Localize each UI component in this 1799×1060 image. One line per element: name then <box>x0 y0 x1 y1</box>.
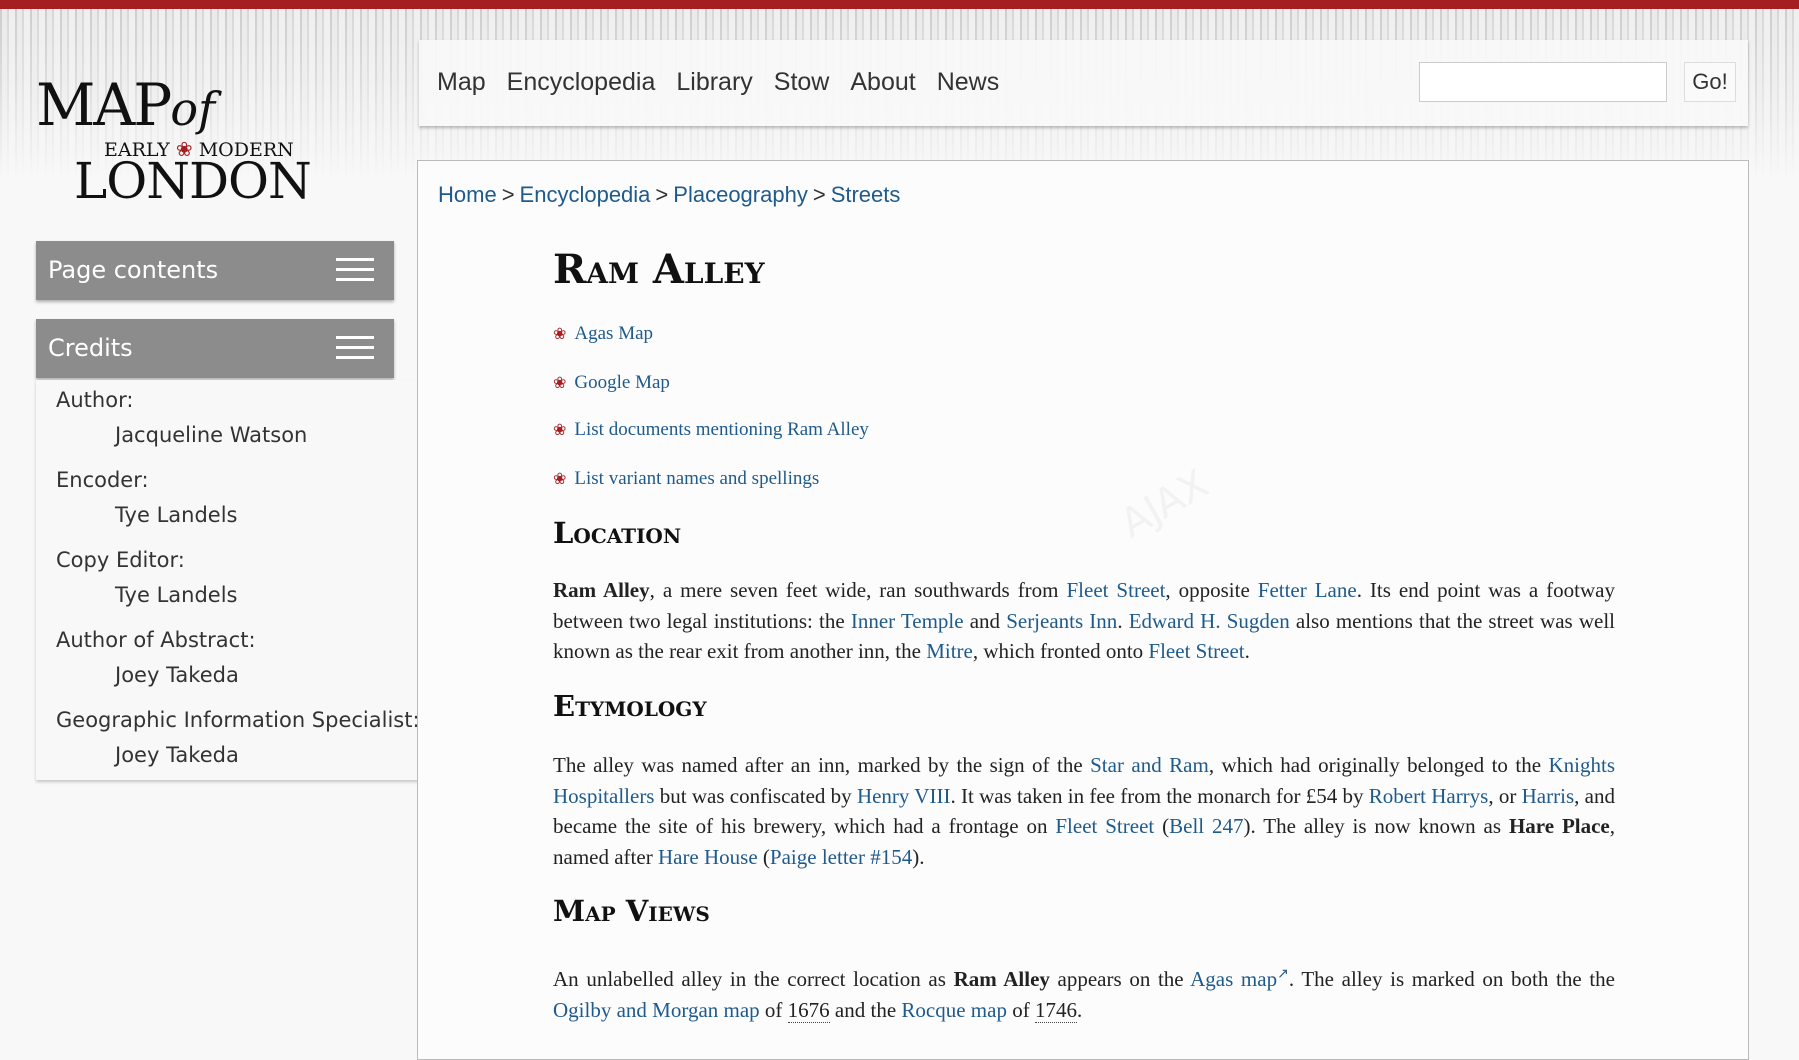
nav-item-news[interactable]: News <box>937 68 1000 97</box>
external-link-icon: ↗ <box>1277 967 1289 982</box>
quick-link-list-documents[interactable]: ❀ List documents mentioning Ram Alley <box>553 419 869 441</box>
logo-line-london: LONDON <box>74 152 312 210</box>
watermark: AJAX <box>1113 461 1217 547</box>
text-run: and <box>963 608 1007 633</box>
text-run: of <box>759 997 788 1022</box>
inline-link[interactable]: Edward H. Sugden <box>1129 609 1290 633</box>
credit-name: Joey Takeda <box>115 743 239 767</box>
inline-link[interactable]: Harris <box>1522 784 1574 808</box>
text-run: but was confiscated by <box>654 783 857 808</box>
section-heading-map-views: Map Views <box>553 894 710 928</box>
inline-link[interactable]: Mitre <box>926 639 973 663</box>
breadcrumb: Home > Encyclopedia > Placeography > Streets <box>438 182 901 207</box>
text-run: An unlabelled alley in the correct locat… <box>553 967 954 991</box>
section-heading-etymology: Etymology <box>553 689 707 723</box>
inline-link[interactable]: Inner Temple <box>851 609 964 633</box>
nav-item-library[interactable]: Library <box>676 68 752 97</box>
section-map-views-text: An unlabelled alley in the correct locat… <box>553 960 1615 1025</box>
credit-name: Joey Takeda <box>115 663 239 687</box>
credit-role: Author: <box>56 388 134 412</box>
page-contents-label: Page contents <box>48 256 219 284</box>
inline-link[interactable]: Fleet Street <box>1055 814 1154 838</box>
text-run: ( <box>1154 814 1170 838</box>
credit-name: Jacqueline Watson <box>115 423 308 447</box>
inline-link[interactable]: Rocque map <box>901 998 1007 1022</box>
text-run: and the <box>829 997 902 1022</box>
quick-link-agas-map[interactable]: ❀ Agas Map <box>553 323 653 345</box>
text-run: , or <box>1488 783 1522 808</box>
inline-link[interactable]: Fetter Lane <box>1258 578 1357 602</box>
inline-link[interactable]: Serjeants Inn <box>1006 609 1117 633</box>
menu-icon <box>336 336 374 360</box>
text-run: . <box>1117 608 1129 633</box>
text-run: , a mere seven feet wide, ran southwards… <box>649 578 1067 602</box>
go-button[interactable]: Go! <box>1684 62 1736 102</box>
text-run: The alley was named after an inn, marked… <box>553 753 1091 777</box>
text-run: ( <box>757 844 770 869</box>
section-etymology-text: The alley was named after an inn, marked… <box>553 750 1615 872</box>
inline-link[interactable]: Paige letter #154 <box>770 845 912 869</box>
inline-link[interactable]: Agas map <box>1190 967 1277 991</box>
breadcrumb-encyclopedia[interactable]: Encyclopedia <box>520 182 651 207</box>
text-run: appears on the <box>1049 967 1191 991</box>
credits-label: Credits <box>48 334 133 362</box>
rose-icon: ❀ <box>553 326 567 343</box>
text-run: , opposite <box>1165 578 1258 602</box>
text-run: of <box>1006 997 1035 1022</box>
nav-item-about[interactable]: About <box>850 68 915 97</box>
text-run: . It was taken in fee from the monarch f… <box>950 783 1369 808</box>
bold-text: Hare Place <box>1508 814 1610 838</box>
page-title: Ram Alley <box>553 246 765 293</box>
text-run: . <box>1244 639 1250 663</box>
date-text: 1746 <box>1034 997 1077 1023</box>
menu-icon <box>336 258 374 282</box>
inline-link[interactable]: Fleet Street <box>1148 639 1244 663</box>
inline-link[interactable]: Fleet Street <box>1066 578 1165 602</box>
page-contents-toggle[interactable]: Page contents <box>36 241 394 300</box>
breadcrumb-home[interactable]: Home <box>438 182 497 207</box>
text-run: ). The alley is now known as <box>1243 814 1509 838</box>
inline-link[interactable]: Bell 247 <box>1169 814 1243 838</box>
inline-link[interactable]: Ogilby and Morgan map <box>553 998 760 1022</box>
rose-icon: ❀ <box>553 471 567 488</box>
credit-role: Copy Editor: <box>56 548 185 572</box>
bold-text: Ram Alley <box>553 578 650 602</box>
bold-text: Ram Alley <box>953 967 1050 991</box>
inline-link[interactable]: Star and Ram <box>1090 753 1209 777</box>
search-input[interactable] <box>1419 62 1667 102</box>
inline-link[interactable]: Robert Harrys <box>1369 784 1489 808</box>
text-run: , which fronted onto <box>972 639 1149 663</box>
section-location-text: Ram Alley, a mere seven feet wide, ran s… <box>553 575 1615 667</box>
inline-link[interactable]: Henry VIII <box>857 784 951 808</box>
date-text: 1676 <box>787 997 830 1023</box>
credits-toggle[interactable]: Credits <box>36 319 394 378</box>
nav-item-stow[interactable]: Stow <box>774 68 830 97</box>
text-run: ). <box>912 844 925 869</box>
credit-role: Author of Abstract: <box>56 628 256 652</box>
inline-link[interactable]: Hare House <box>658 845 758 869</box>
rose-icon: ❀ <box>553 422 567 439</box>
site-logo[interactable]: MAPof EARLY ❀ MODERN LONDON <box>36 71 312 206</box>
credit-role: Encoder: <box>56 468 149 492</box>
credit-name: Tye Landels <box>115 583 238 607</box>
quick-link-google-map[interactable]: ❀ Google Map <box>553 372 670 394</box>
rose-icon: ❀ <box>553 375 567 392</box>
nav-item-encyclopedia[interactable]: Encyclopedia <box>507 68 656 97</box>
credit-name: Tye Landels <box>115 503 238 527</box>
logo-line-map: MAPof <box>36 71 216 139</box>
breadcrumb-streets[interactable]: Streets <box>831 182 901 207</box>
section-heading-location: Location <box>553 516 682 550</box>
top-accent-bar <box>0 0 1799 9</box>
main-content: Home > Encyclopedia > Placeography > Streets R… <box>417 160 1749 1060</box>
text-run: . The alley is marked on both the the <box>1288 967 1615 991</box>
quick-link-variant-names[interactable]: ❀ List variant names and spellings <box>553 468 819 490</box>
text-run: . <box>1076 997 1083 1022</box>
nav-item-map[interactable]: Map <box>437 68 486 97</box>
credit-role: Geographic Information Specialist: <box>56 708 420 732</box>
breadcrumb-placeography[interactable]: Placeography <box>673 182 808 207</box>
text-run: , which had originally belonged to the <box>1208 753 1549 777</box>
